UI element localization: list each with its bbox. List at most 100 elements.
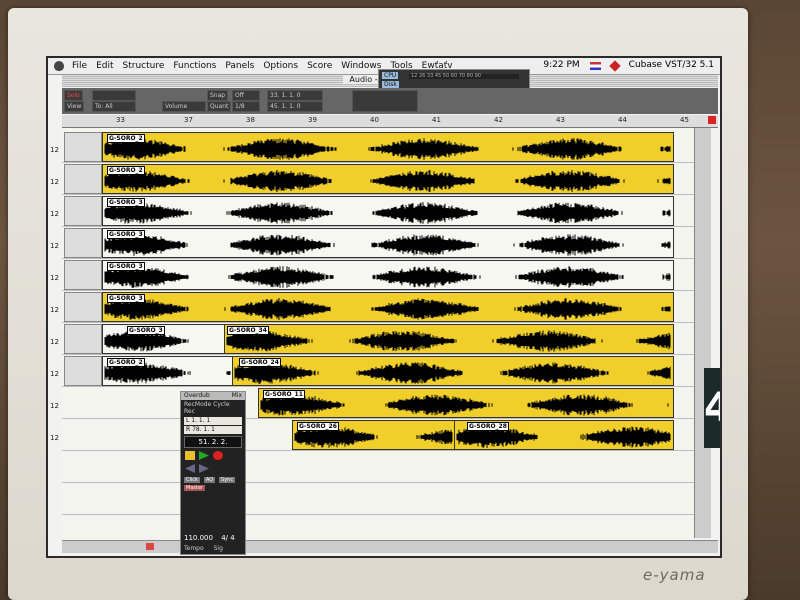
clock: 9:22 PM bbox=[543, 60, 580, 70]
waveform-path bbox=[260, 394, 669, 416]
rec-mode-header: RecMode Cycle Rec bbox=[184, 401, 230, 415]
menu-options[interactable]: Options bbox=[263, 61, 298, 71]
track-controls[interactable] bbox=[64, 132, 102, 162]
audio-part[interactable]: G-SORO_2 bbox=[102, 164, 674, 194]
audio-part[interactable]: G-SORO_3 bbox=[102, 196, 674, 226]
ruler-tick: 41 bbox=[432, 116, 441, 124]
record-indicator-icon bbox=[146, 543, 154, 550]
apple-icon[interactable] bbox=[54, 61, 64, 71]
audio-part[interactable]: G-SORO_2 bbox=[102, 132, 674, 162]
bar-ruler[interactable]: 33 37 38 39 40 41 42 43 44 45 bbox=[62, 115, 718, 128]
tempo-value: 110.000 bbox=[184, 534, 213, 542]
audio-part[interactable]: G-SORO_2 bbox=[102, 356, 234, 386]
transport-panel[interactable]: Overdub Mix RecMode Cycle Rec L 1. 1. 1 … bbox=[180, 391, 246, 555]
right-locator[interactable]: R 78. 1. 1 bbox=[184, 426, 242, 434]
record-button[interactable] bbox=[212, 451, 223, 460]
audio-part[interactable]: G-SORO_24 bbox=[232, 356, 674, 386]
waveform bbox=[104, 170, 671, 192]
audio-part[interactable]: G-SORO_3 bbox=[102, 228, 674, 258]
song-position[interactable]: 51. 2. 2. bbox=[184, 436, 242, 448]
part-label: G-SORO_3 bbox=[107, 198, 145, 207]
track-number: 12 bbox=[50, 370, 59, 378]
waveform-path bbox=[234, 362, 671, 384]
waveform bbox=[104, 298, 671, 320]
track-number: 12 bbox=[50, 306, 59, 314]
waveform bbox=[104, 266, 671, 288]
track-divider bbox=[62, 322, 694, 323]
menu-functions[interactable]: Functions bbox=[173, 61, 216, 71]
menu-panels[interactable]: Panels bbox=[225, 61, 254, 71]
track-controls[interactable] bbox=[64, 324, 102, 354]
track-controls[interactable] bbox=[64, 292, 102, 322]
click-button[interactable]: Click bbox=[184, 477, 200, 483]
track-controls[interactable] bbox=[64, 260, 102, 290]
track-number: 12 bbox=[50, 434, 59, 442]
monitor-brand: e-yama bbox=[643, 566, 706, 584]
close-box-icon[interactable] bbox=[708, 116, 716, 124]
keyboard-flag-icon[interactable] bbox=[589, 62, 601, 70]
rewind-icon[interactable] bbox=[185, 464, 195, 473]
menu-score[interactable]: Score bbox=[307, 61, 332, 71]
meter-scale: 12 26 33 45 50 60 70 80 90 bbox=[411, 73, 481, 79]
track-controls[interactable] bbox=[64, 164, 102, 194]
track-divider bbox=[62, 482, 694, 483]
track-controls[interactable] bbox=[64, 228, 102, 258]
track-divider bbox=[62, 226, 694, 227]
horizontal-scrollbar[interactable] bbox=[62, 540, 718, 553]
track-controls[interactable] bbox=[64, 356, 102, 386]
menu-structure[interactable]: Structure bbox=[123, 61, 165, 71]
transport-titlebar[interactable]: Overdub Mix bbox=[181, 392, 245, 400]
track-area[interactable]: 12 G-SORO_2 12 G-SORO_2 12 G-SORO_3 12 G… bbox=[50, 128, 694, 538]
audio-part[interactable]: G-SORO_28 bbox=[454, 420, 674, 450]
audio-part[interactable]: G-SORO_11 bbox=[258, 388, 674, 418]
track-divider bbox=[62, 418, 694, 419]
part-label: G-SORO_3 bbox=[107, 294, 145, 303]
menu-edit[interactable]: Edit bbox=[96, 61, 113, 71]
to-all-select[interactable]: To: All bbox=[92, 101, 136, 112]
right-locator-field[interactable]: 45. 1. 1. 0 bbox=[267, 101, 323, 112]
ruler-tick: 44 bbox=[618, 116, 627, 124]
view-button[interactable]: View bbox=[64, 101, 85, 112]
track-divider bbox=[62, 450, 694, 451]
volume-select[interactable]: Volume bbox=[162, 101, 206, 112]
vertical-scrollbar[interactable] bbox=[694, 128, 711, 538]
quant-value[interactable]: 1/8 bbox=[232, 101, 260, 112]
play-icon[interactable] bbox=[198, 451, 209, 460]
audio-part[interactable]: G-SORO_26 bbox=[292, 420, 456, 450]
waveform bbox=[260, 394, 669, 416]
snap-value[interactable]: Off bbox=[232, 90, 260, 101]
app-name[interactable]: Cubase VST/32 5.1 bbox=[629, 60, 714, 70]
track-controls[interactable] bbox=[64, 196, 102, 226]
left-locator[interactable]: L 1. 1. 1 bbox=[184, 417, 242, 425]
ruler-tick: 42 bbox=[494, 116, 503, 124]
solo-button[interactable]: Solo bbox=[64, 90, 83, 101]
audio-part[interactable]: G-SORO_3 bbox=[102, 324, 226, 354]
track-number: 12 bbox=[50, 210, 59, 218]
track-divider bbox=[62, 354, 694, 355]
audio-part[interactable]: G-SORO_3 bbox=[102, 292, 674, 322]
audio-part[interactable]: G-SORO_3 bbox=[102, 260, 674, 290]
sync-button[interactable]: Sync bbox=[219, 477, 236, 483]
snap-label: Snap bbox=[207, 90, 229, 101]
track-number: 12 bbox=[50, 274, 59, 282]
track-number: 12 bbox=[50, 146, 59, 154]
ruler-tick: 39 bbox=[308, 116, 317, 124]
waveform-path bbox=[104, 266, 671, 288]
menu-windows[interactable]: Windows bbox=[341, 61, 381, 71]
left-locator-field[interactable]: 33. 1. 1. 0 bbox=[267, 90, 323, 101]
waveform-path bbox=[104, 202, 671, 224]
menu-file[interactable]: File bbox=[72, 61, 87, 71]
track-divider bbox=[62, 290, 694, 291]
master-button[interactable]: Master bbox=[184, 485, 206, 491]
tempo-readout[interactable]: 110.000 4/ 4 bbox=[184, 534, 235, 542]
audio-part[interactable]: G-SORO_34 bbox=[224, 324, 674, 354]
disk-label: Disk bbox=[382, 81, 399, 88]
waveform bbox=[226, 330, 671, 352]
fast-forward-icon[interactable] bbox=[198, 464, 209, 473]
ruler-tick: 40 bbox=[370, 116, 379, 124]
quant-label: Quant bbox=[207, 101, 232, 112]
toolbar-field-a[interactable] bbox=[92, 90, 136, 101]
track-divider bbox=[62, 162, 694, 163]
aq-button[interactable]: AQ bbox=[203, 477, 216, 483]
stop-button[interactable] bbox=[185, 451, 195, 460]
